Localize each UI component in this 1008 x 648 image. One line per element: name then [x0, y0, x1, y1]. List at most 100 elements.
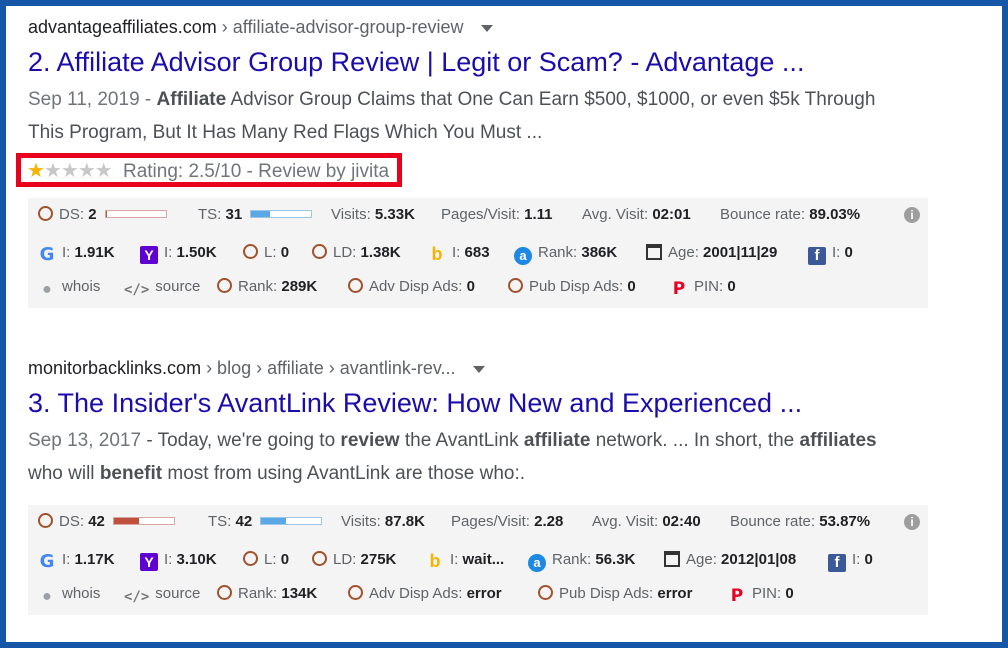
rank-value: 134K	[281, 585, 318, 602]
linking-domains-metric[interactable]: LD: 275K	[312, 543, 396, 577]
links-metric[interactable]: L: 0	[243, 543, 289, 577]
seo-row-3: ● whois </> source Rank: 289K Adv Disp Ads…	[28, 270, 928, 304]
result-snippet: Sep 11, 2019 - Affiliate Advisor Group C…	[28, 83, 908, 149]
links-value: 0	[280, 244, 290, 261]
result-title-link[interactable]: 2. Affiliate Advisor Group Review | Legi…	[28, 43, 938, 81]
source-link[interactable]: </> source	[124, 270, 200, 304]
google-index-metric[interactable]: G I: 1.91K	[38, 236, 115, 270]
pages-visit-metric[interactable]: Pages/Visit: 1.11	[441, 198, 552, 232]
ds-bar	[104, 210, 167, 218]
yahoo-index-metric[interactable]: Y I: 3.10K	[140, 543, 217, 577]
yahoo-index-metric[interactable]: Y I: 1.50K	[140, 236, 217, 270]
rating-highlight-box: ★★★★★ Rating: 2.5/10 - Review by jivita	[16, 153, 403, 187]
bounce-rate-metric[interactable]: Bounce rate: 89.03%	[720, 198, 860, 232]
seo-row-3: ● whois </> source Rank: 134K Adv Disp Ads…	[28, 577, 928, 611]
facebook-metric[interactable]: f I: 0	[808, 236, 853, 270]
linking-domains-metric[interactable]: LD: 1.38K	[312, 236, 401, 270]
pin-metric[interactable]: P PIN: 0	[670, 270, 736, 304]
chevron-down-icon[interactable]	[472, 365, 485, 373]
domain-age-metric[interactable]: Age: 2012|01|08	[664, 543, 796, 577]
google-index-label: I:	[62, 551, 71, 568]
result-title-link[interactable]: 3. The Insider's AvantLink Review: How N…	[28, 384, 938, 422]
alexa-rank-metric[interactable]: a Rank: 56.3K	[528, 543, 635, 577]
snippet-text: most from using AvantLink are those who:…	[162, 463, 526, 484]
whois-link[interactable]: ● whois	[38, 577, 100, 611]
yahoo-icon: Y	[140, 246, 158, 264]
google-index-metric[interactable]: G I: 1.17K	[38, 543, 115, 577]
result-snippet: Sep 13, 2017 - Today, we're going to rev…	[28, 424, 908, 490]
result-domain: monitorbacklinks.com	[28, 358, 202, 378]
domain-age-value: 2001|11|29	[703, 244, 778, 261]
pages-visit-metric[interactable]: Pages/Visit: 2.28	[451, 505, 563, 539]
alexa-rank-value: 56.3K	[595, 551, 636, 568]
bing-index-metric[interactable]: b I: wait...	[426, 543, 505, 577]
domain-age-metric[interactable]: Age: 2001|11|29	[646, 236, 777, 270]
rank-metric[interactable]: Rank: 289K	[217, 270, 317, 304]
ts-metric[interactable]: TS: 31	[198, 198, 313, 232]
pub-disp-ads-metric[interactable]: Pub Disp Ads: error	[538, 577, 692, 611]
ds-value: 42	[88, 513, 105, 530]
circle-icon	[217, 278, 232, 293]
ts-metric[interactable]: TS: 42	[208, 505, 323, 539]
ts-bar-fill	[261, 518, 287, 524]
search-result: monitorbacklinks.com › blog › affiliate …	[28, 356, 938, 490]
result-url[interactable]: monitorbacklinks.com › blog › affiliate …	[28, 356, 938, 380]
avg-visit-metric[interactable]: Avg. Visit: 02:40	[592, 505, 701, 539]
result-title[interactable]: Affiliate Advisor Group Review | Legit o…	[57, 47, 805, 77]
snippet-text: - Today, we're going to	[141, 430, 341, 451]
adv-disp-ads-metric[interactable]: Adv Disp Ads: 0	[348, 270, 475, 304]
info-icon[interactable]: i	[904, 514, 920, 530]
result-domain: advantageaffiliates.com	[28, 17, 217, 37]
domain-age-value: 2012|01|08	[721, 551, 797, 568]
ds-metric[interactable]: DS: 42	[38, 505, 175, 539]
result-number: 3.	[28, 388, 51, 418]
pages-visit-value: 2.28	[534, 513, 564, 530]
ds-value: 2	[88, 206, 97, 223]
facebook-icon: f	[828, 554, 846, 572]
whois-link[interactable]: ● whois	[38, 270, 100, 304]
visits-value: 5.33K	[374, 206, 415, 223]
calendar-icon	[664, 551, 680, 567]
pub-disp-ads-metric[interactable]: Pub Disp Ads: 0	[508, 270, 636, 304]
rating-text: Rating: 2.5/10 - Review by jivita	[122, 161, 390, 182]
pages-visit-label: Pages/Visit:	[451, 513, 530, 530]
visits-metric[interactable]: Visits: 87.8K	[341, 505, 425, 539]
result-url[interactable]: advantageaffiliates.com › affiliate-advi…	[28, 15, 938, 39]
bing-index-label: I:	[450, 551, 459, 568]
snippet-bold: Affiliate	[156, 89, 227, 110]
linking-domains-label: LD:	[333, 551, 357, 568]
bounce-rate-metric[interactable]: Bounce rate: 53.87%	[730, 505, 870, 539]
seo-row-1: DS: 42 TS: 42 Visits: 87.8K Pages/Visit:…	[28, 505, 928, 539]
pages-visit-value: 1.11	[524, 206, 553, 223]
pin-metric[interactable]: P PIN: 0	[728, 577, 794, 611]
result-title[interactable]: The Insider's AvantLink Review: How New …	[58, 388, 803, 418]
facebook-metric[interactable]: f I: 0	[828, 543, 873, 577]
visits-value: 87.8K	[384, 513, 425, 530]
bing-index-metric[interactable]: b I: 683	[428, 236, 490, 270]
circle-icon	[243, 244, 258, 259]
pin-value: 0	[727, 278, 736, 295]
pub-disp-ads-label: Pub Disp Ads:	[529, 278, 624, 295]
circle-icon	[348, 585, 363, 600]
snippet-bold: affiliate	[523, 430, 591, 451]
source-link[interactable]: </> source	[124, 577, 200, 611]
alexa-icon: a	[514, 247, 532, 265]
google-index-label: I:	[62, 244, 71, 261]
chevron-down-icon[interactable]	[480, 24, 493, 32]
circle-icon	[217, 585, 232, 600]
links-metric[interactable]: L: 0	[243, 236, 289, 270]
info-icon[interactable]: i	[904, 207, 920, 223]
ts-value: 42	[235, 513, 253, 530]
avg-visit-metric[interactable]: Avg. Visit: 02:01	[582, 198, 691, 232]
circle-icon	[38, 513, 53, 528]
ds-bar-fill	[105, 211, 107, 217]
linking-domains-value: 275K	[360, 551, 397, 568]
alexa-rank-metric[interactable]: a Rank: 386K	[514, 236, 617, 270]
bounce-rate-label: Bounce rate:	[720, 206, 806, 223]
visits-metric[interactable]: Visits: 5.33K	[331, 198, 415, 232]
snippet-text: the AvantLink	[399, 430, 524, 451]
ds-metric[interactable]: DS: 2	[38, 198, 167, 232]
rank-metric[interactable]: Rank: 134K	[217, 577, 317, 611]
adv-disp-ads-metric[interactable]: Adv Disp Ads: error	[348, 577, 502, 611]
adv-disp-ads-value: 0	[466, 278, 475, 295]
